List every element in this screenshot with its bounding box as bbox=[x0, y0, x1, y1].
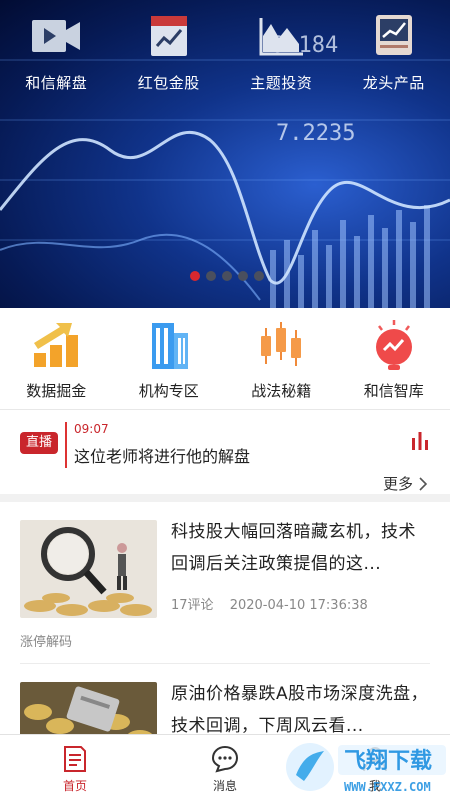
live-time: 09:07 bbox=[74, 422, 109, 436]
quick-item-zhuti-touzi[interactable]: 主题投资 bbox=[225, 14, 338, 93]
news-thumbnail bbox=[20, 520, 157, 618]
more-label: 更多 bbox=[382, 475, 413, 493]
carousel-indicator bbox=[190, 271, 264, 281]
feature-label: 数据掘金 bbox=[26, 382, 87, 400]
tab-label: 首页 bbox=[62, 779, 87, 793]
quick-item-label: 红包金股 bbox=[137, 74, 200, 92]
tab-label: 消息 bbox=[212, 779, 237, 793]
live-title[interactable]: 这位老师将进行他的解盘 bbox=[74, 443, 250, 467]
svg-text:飞翔下载: 飞翔下载 bbox=[344, 748, 432, 774]
quick-item-longtou-chanpin[interactable]: 龙头产品 bbox=[338, 14, 450, 93]
chevron-right-icon bbox=[419, 476, 428, 491]
quick-item-label: 龙头产品 bbox=[362, 74, 425, 92]
video-icon bbox=[30, 14, 82, 58]
bulb-chart-icon bbox=[366, 320, 422, 370]
quick-item-label: 和信解盘 bbox=[25, 74, 88, 92]
feature-grid: 数据掘金 机构专区 战法秘籍 和信智库 bbox=[0, 308, 450, 410]
feature-label: 战法秘籍 bbox=[251, 382, 312, 400]
quick-entry-row: 和信解盘 红包金股 主题投资 龙头产品 bbox=[0, 14, 450, 93]
live-badge: 直播 bbox=[20, 432, 58, 454]
feature-zhanfa-miji[interactable]: 战法秘籍 bbox=[225, 308, 338, 409]
trend-board-icon bbox=[368, 14, 420, 58]
news-title[interactable]: 原油价格暴跌A股市场深度洗盘，技术回调，下周风云看... bbox=[171, 678, 433, 742]
chat-icon bbox=[211, 745, 239, 773]
news-datetime: 2020-04-10 17:36:38 bbox=[229, 598, 368, 613]
live-divider bbox=[65, 422, 67, 468]
carousel-dot[interactable] bbox=[254, 271, 264, 281]
tab-home[interactable]: 首页 bbox=[0, 735, 150, 800]
quick-item-hexin-jiepan[interactable]: 和信解盘 bbox=[0, 14, 113, 93]
quick-item-hongbao-jingu[interactable]: 红包金股 bbox=[113, 14, 226, 93]
tab-messages[interactable]: 消息 bbox=[150, 735, 300, 800]
stock-chart-card-icon bbox=[143, 14, 195, 58]
news-item[interactable]: 科技股大幅回落暗藏玄机，技术回调后关注政策提倡的这... 17评论 2020-0… bbox=[20, 502, 430, 664]
carousel-dot[interactable] bbox=[238, 271, 248, 281]
banner-number-2: 7.2235 bbox=[276, 121, 355, 146]
feature-label: 和信智库 bbox=[363, 382, 424, 400]
feature-hexin-zhiku[interactable]: 和信智库 bbox=[338, 308, 450, 409]
news-category: 涨停解码 bbox=[20, 635, 73, 650]
candlestick-icon bbox=[253, 320, 309, 370]
svg-text:WWW.FXXZ.COM: WWW.FXXZ.COM bbox=[344, 780, 431, 794]
live-bars-icon bbox=[412, 432, 428, 450]
comment-count: 17评论 bbox=[171, 598, 214, 613]
live-section[interactable]: 直播 09:07 这位老师将进行他的解盘 更多 bbox=[0, 410, 450, 502]
feature-label: 机构专区 bbox=[138, 382, 199, 400]
quick-item-label: 主题投资 bbox=[250, 74, 313, 92]
area-chart-icon bbox=[255, 14, 307, 58]
more-link[interactable]: 更多 bbox=[383, 473, 428, 494]
feature-shuju-juejin[interactable]: 数据掘金 bbox=[0, 308, 113, 409]
banner-carousel[interactable]: 9.184 7.2235 和信解盘 红包金股 主题投资 龙头产品 bbox=[0, 0, 450, 308]
building-icon bbox=[141, 320, 197, 370]
feature-jigou-zhuanqu[interactable]: 机构专区 bbox=[113, 308, 226, 409]
site-watermark-logo: 飞翔下载 WWW.FXXZ.COM bbox=[286, 743, 446, 794]
home-doc-icon bbox=[64, 746, 86, 772]
carousel-dot[interactable] bbox=[206, 271, 216, 281]
bar-growth-icon bbox=[28, 320, 84, 370]
news-title[interactable]: 科技股大幅回落暗藏玄机，技术回调后关注政策提倡的这... bbox=[171, 516, 433, 580]
carousel-dot[interactable] bbox=[222, 271, 232, 281]
carousel-dot[interactable] bbox=[190, 271, 200, 281]
news-meta: 17评论 2020-04-10 17:36:38 bbox=[171, 594, 368, 613]
